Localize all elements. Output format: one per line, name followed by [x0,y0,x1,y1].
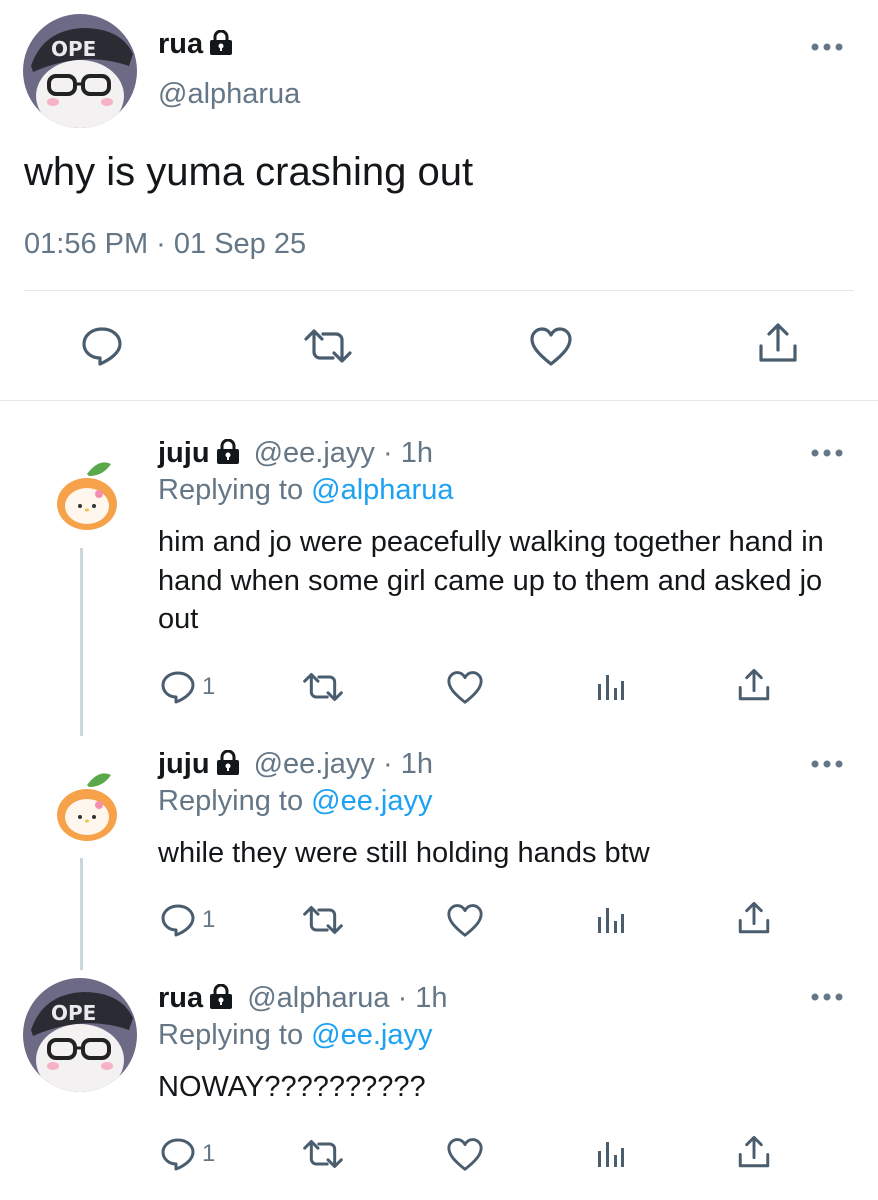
like-icon[interactable] [446,1137,484,1171]
like-icon[interactable] [446,903,484,937]
divider [0,400,878,401]
avatar-rua[interactable]: OPE [23,978,137,1092]
share-icon[interactable] [737,901,771,935]
retweet-icon[interactable] [302,905,344,935]
share-icon[interactable] [737,668,771,702]
more-options-icon[interactable] [810,448,844,458]
lock-icon [209,983,233,1018]
like-icon[interactable] [529,326,573,366]
reply-count: 1 [202,673,216,700]
reply-text: while they were still holding hands btw [158,837,650,869]
replying-to-link[interactable]: @ee.jayy [311,785,432,817]
svg-text:OPE: OPE [51,1001,96,1025]
replying-to: Replying to @alpharua [158,474,453,507]
analytics-icon[interactable] [596,905,626,935]
reply-comment-icon[interactable] [160,670,196,704]
reply-count: 1 [202,1140,216,1167]
lock-icon [216,749,240,784]
comment-icon[interactable] [81,326,123,366]
reply-author-handle[interactable]: @ee.jayy [254,748,375,780]
replying-to-label: Replying to [158,785,304,817]
reply-time: · 1h [397,982,448,1014]
reply-text: NOWAY?????????? [158,1071,426,1103]
lock-icon [216,438,240,473]
reply-header: juju @ee.jayy · 1h [158,748,433,784]
tweet-timestamp: 01:56 PM · 01 Sep 25 [24,228,307,260]
more-options-icon[interactable] [810,992,844,1002]
analytics-icon[interactable] [596,672,626,702]
retweet-icon[interactable] [302,1139,344,1169]
replying-to-link[interactable]: @ee.jayy [311,1019,432,1051]
author-name[interactable]: rua [158,28,233,64]
reply-time: · 1h [383,437,433,469]
reply-author-handle[interactable]: @alpharua [247,982,389,1014]
replying-to-label: Replying to [158,1019,304,1051]
more-options-icon[interactable] [810,759,844,769]
reply-comment-icon[interactable] [160,1137,196,1171]
reply-header: juju @ee.jayy · 1h [158,437,433,473]
share-icon[interactable] [737,1135,771,1169]
lock-icon [209,29,233,64]
reply-author-name[interactable]: rua [158,982,203,1014]
reply-time: · 1h [383,748,433,780]
author-handle[interactable]: @alpharua [158,78,300,111]
author-name-text[interactable]: rua [158,28,203,60]
avatar-juju[interactable] [47,454,127,534]
reply-author-name[interactable]: juju [158,437,210,469]
reply-comment-icon[interactable] [160,903,196,937]
retweet-icon[interactable] [302,672,344,702]
like-icon[interactable] [446,670,484,704]
thread-line [80,858,83,970]
more-options-icon[interactable] [810,42,844,52]
analytics-icon[interactable] [596,1139,626,1169]
thread-line [80,548,83,736]
replying-to-label: Replying to [158,474,304,506]
avatar-rua[interactable]: OPE [23,14,137,128]
replying-to-link[interactable]: @alpharua [311,474,453,506]
share-icon[interactable] [757,322,799,364]
reply-text: him and jo were peacefully walking toget… [158,526,824,635]
avatar-juju[interactable] [47,765,127,845]
replying-to: Replying to @ee.jayy [158,1019,432,1052]
reply-header: rua @alpharua · 1h [158,982,448,1018]
reply-author-handle[interactable]: @ee.jayy [254,437,375,469]
retweet-icon[interactable] [303,328,353,364]
replying-to: Replying to @ee.jayy [158,785,432,818]
tweet-text: why is yuma crashing out [24,150,474,194]
reply-author-name[interactable]: juju [158,748,210,780]
svg-text:OPE: OPE [51,37,96,61]
reply-count: 1 [202,906,216,933]
divider [24,290,854,291]
